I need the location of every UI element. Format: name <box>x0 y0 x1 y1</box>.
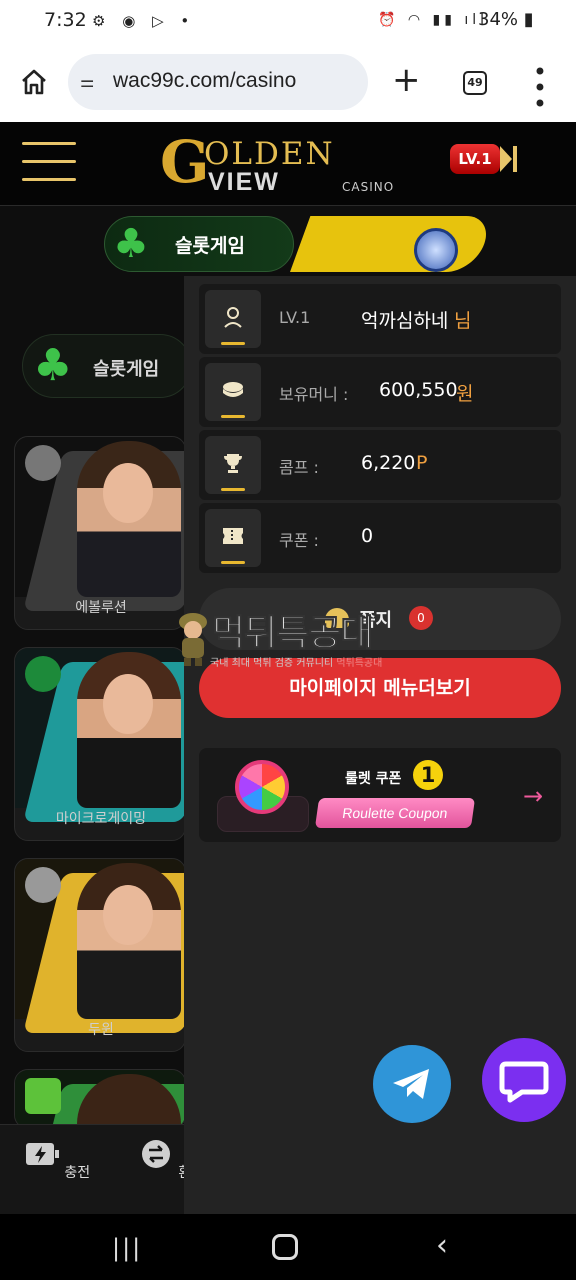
slot-pill-label: 슬롯게임 <box>93 359 160 380</box>
bottom-action-bar: 충전 환전 <box>0 1124 204 1214</box>
game-card-dowin[interactable]: 두윈 <box>14 858 186 1052</box>
tab-slot-games[interactable]: ♣ 슬롯게임 <box>104 216 294 272</box>
more-menu-icon[interactable]: • • • <box>530 60 550 116</box>
clover-icon: ♣ <box>33 340 73 391</box>
game-card-name: 에볼루션 <box>75 600 127 616</box>
home-icon[interactable] <box>20 68 48 96</box>
slot-games-pill[interactable]: ♣ 슬롯게임 <box>22 334 192 398</box>
hamburger-menu-icon[interactable] <box>22 142 78 182</box>
dowin-provider-icon <box>25 867 61 903</box>
evolution-provider-icon <box>25 445 61 481</box>
game-card-name: 마이크로게이밍 <box>55 811 147 827</box>
game-card-evolution[interactable]: 에볼루션 <box>14 436 186 630</box>
arrow-right-icon[interactable]: → <box>523 782 543 810</box>
watermark-overlay: 먹튀특공대 국내 최대 먹튀 검증 커뮤니티 먹튀특공대 <box>176 604 436 674</box>
user-level-row: LV.1 억까심하네 님 <box>199 284 561 354</box>
coupon-label: 쿠폰 : <box>279 531 319 550</box>
clover-icon: ♣ <box>113 221 149 267</box>
game-card-partial[interactable] <box>14 1069 186 1129</box>
roulette-coupon-card[interactable]: 룰렛 쿠폰 1 Roulette Coupon → <box>199 748 561 842</box>
coupon-value: 0 <box>361 525 374 547</box>
comp-label: 콤프 : <box>279 458 319 477</box>
level-play-icon <box>500 146 512 172</box>
watermark-subtitle-main: 국내 최대 먹튀 검증 커뮤니티 <box>210 658 334 669</box>
watermark-subtitle-brand: 먹튀특공대 <box>336 658 383 669</box>
battery-percent: 34% <box>478 9 519 30</box>
money-unit: 원 <box>456 383 474 405</box>
user-icon <box>205 290 261 348</box>
url-text[interactable]: wac99c.com/casino <box>113 69 296 93</box>
watermark-subtitle: 국내 최대 먹튀 검증 커뮤니티 먹튀특공대 <box>210 654 382 669</box>
comp-value: 6,220 <box>361 452 416 474</box>
site-logo[interactable]: G OLDEN VIEW CASINO <box>160 130 410 200</box>
game-card-name: 두윈 <box>88 1022 114 1038</box>
tab-live-casino[interactable] <box>290 216 495 272</box>
ticket-icon <box>205 509 261 567</box>
address-bar[interactable]: ⚌ wac99c.com/casino <box>68 54 368 110</box>
casino-chip-icon <box>414 228 458 272</box>
level-bar-icon <box>513 146 517 172</box>
back-icon[interactable]: ‹ <box>436 1228 448 1263</box>
roulette-count-badge: 1 <box>413 760 443 790</box>
logo-casino: CASINO <box>342 180 395 194</box>
site-header: G OLDEN VIEW CASINO LV.1 <box>0 122 576 206</box>
status-notification-icons: ⚙ ◉ ▷ • <box>92 12 196 30</box>
watermark-title: 먹튀특공대 <box>212 613 375 655</box>
microgaming-provider-icon <box>25 656 61 692</box>
comp-row: 콤프 : 6,220 P <box>199 430 561 500</box>
browser-toolbar: ⚌ wac99c.com/casino + 49 • • • <box>0 42 576 122</box>
provider-icon <box>25 1078 61 1114</box>
roulette-title: 룰렛 쿠폰 <box>345 771 402 787</box>
telegram-button[interactable] <box>373 1045 451 1123</box>
coin-icon <box>205 363 261 421</box>
new-tab-button[interactable]: + <box>392 60 421 100</box>
roulette-wheel-icon <box>235 760 289 814</box>
deposit-button[interactable]: 충전 <box>22 1125 92 1182</box>
money-row: 보유머니 : 600,550 원 <box>199 357 561 427</box>
tab-slot-label: 슬롯게임 <box>175 235 245 257</box>
level-badge[interactable]: LV.1 <box>450 144 500 174</box>
logo-olden: OLDEN <box>204 136 335 172</box>
home-nav-icon[interactable] <box>272 1234 298 1260</box>
site-settings-icon[interactable]: ⚌ <box>80 72 94 91</box>
recent-apps-icon[interactable]: ||| <box>112 1234 142 1262</box>
coupon-row: 쿠폰 : 0 <box>199 503 561 573</box>
tab-switcher-button[interactable]: 49 <box>463 71 487 95</box>
roulette-coupon-pill: Roulette Coupon <box>314 798 476 828</box>
telegram-icon <box>393 1069 429 1099</box>
live-chat-button[interactable] <box>482 1038 566 1122</box>
status-signal-icons: ⏰ ◠ ▮▮ ıll <box>378 12 489 28</box>
soldier-mascot-icon <box>179 613 207 666</box>
deposit-label: 충전 <box>64 1165 91 1181</box>
trophy-icon <box>205 436 261 494</box>
username-suffix: 님 <box>454 310 472 332</box>
status-time: 7:32 <box>44 9 87 31</box>
system-nav-bar: ||| ‹ <box>0 1214 576 1280</box>
status-battery: 34% ▮ <box>478 9 534 30</box>
comp-unit: P <box>416 452 428 474</box>
logo-g: G <box>160 128 210 196</box>
exchange-icon <box>141 1140 170 1168</box>
money-label: 보유머니 : <box>279 385 349 404</box>
level-label: LV.1 <box>279 308 311 327</box>
username: 억까심하네 <box>361 310 449 332</box>
chat-bubble-icon <box>499 1061 549 1103</box>
money-value: 600,550 <box>379 379 458 401</box>
charge-battery-icon <box>25 1143 59 1165</box>
status-bar: 7:32 ⚙ ◉ ▷ • ⏰ ◠ ▮▮ ıll 34% ▮ <box>0 0 576 42</box>
game-card-microgaming[interactable]: 마이크로게이밍 <box>14 647 186 841</box>
logo-view: VIEW <box>208 168 280 196</box>
